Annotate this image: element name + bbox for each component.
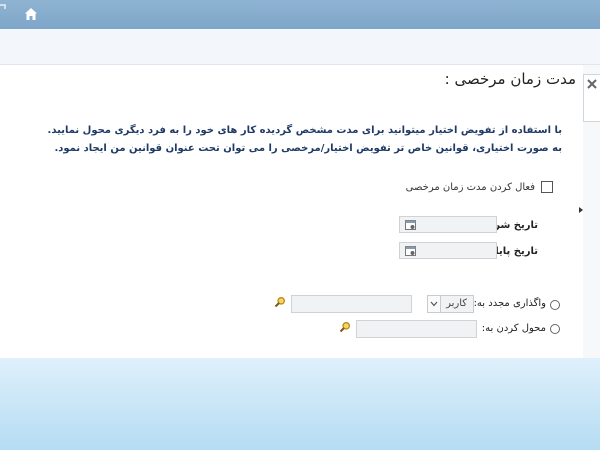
corner-mark-icon bbox=[0, 4, 6, 9]
close-icon bbox=[587, 79, 597, 89]
secondary-toolbar bbox=[0, 29, 600, 65]
search-icon[interactable] bbox=[274, 296, 286, 308]
close-panel-button[interactable] bbox=[583, 74, 600, 122]
delegate-user-input[interactable] bbox=[356, 320, 477, 338]
leave-settings-panel bbox=[0, 65, 583, 358]
footer-background bbox=[0, 358, 600, 450]
reassign-label: واگذاری مجدد به: bbox=[473, 298, 546, 309]
enable-leave-label: فعال کردن مدت زمان مرخصی bbox=[405, 181, 535, 193]
delegate-radio[interactable] bbox=[550, 324, 560, 334]
enable-leave-checkbox[interactable] bbox=[541, 181, 553, 193]
end-date-input[interactable] bbox=[399, 242, 497, 259]
description-line-2: به صورت اختیاری، قوانین خاص تر تفویض اخت… bbox=[54, 143, 562, 154]
search-icon[interactable] bbox=[339, 321, 351, 333]
chevron-down-icon bbox=[430, 301, 438, 307]
enable-leave-row: فعال کردن مدت زمان مرخصی bbox=[406, 181, 553, 193]
home-icon[interactable] bbox=[23, 6, 39, 22]
reassign-user-input[interactable] bbox=[291, 295, 412, 313]
reassign-radio[interactable] bbox=[550, 300, 560, 310]
calendar-icon[interactable] bbox=[405, 219, 416, 230]
calendar-icon[interactable] bbox=[405, 245, 416, 256]
top-toolbar bbox=[0, 0, 600, 29]
reassign-type-select[interactable]: کاربر bbox=[427, 295, 474, 313]
description-line-1: با استفاده از تفویض اختیار میتوانید برای… bbox=[47, 125, 562, 136]
select-dropdown-button[interactable] bbox=[428, 296, 441, 312]
delegate-label: محول کردن به: bbox=[481, 323, 546, 334]
page-title: مدت زمان مرخصی : bbox=[444, 70, 576, 88]
expand-arrow-icon[interactable] bbox=[579, 207, 583, 213]
reassign-type-value: کاربر bbox=[446, 298, 467, 309]
start-date-input[interactable] bbox=[399, 216, 497, 233]
